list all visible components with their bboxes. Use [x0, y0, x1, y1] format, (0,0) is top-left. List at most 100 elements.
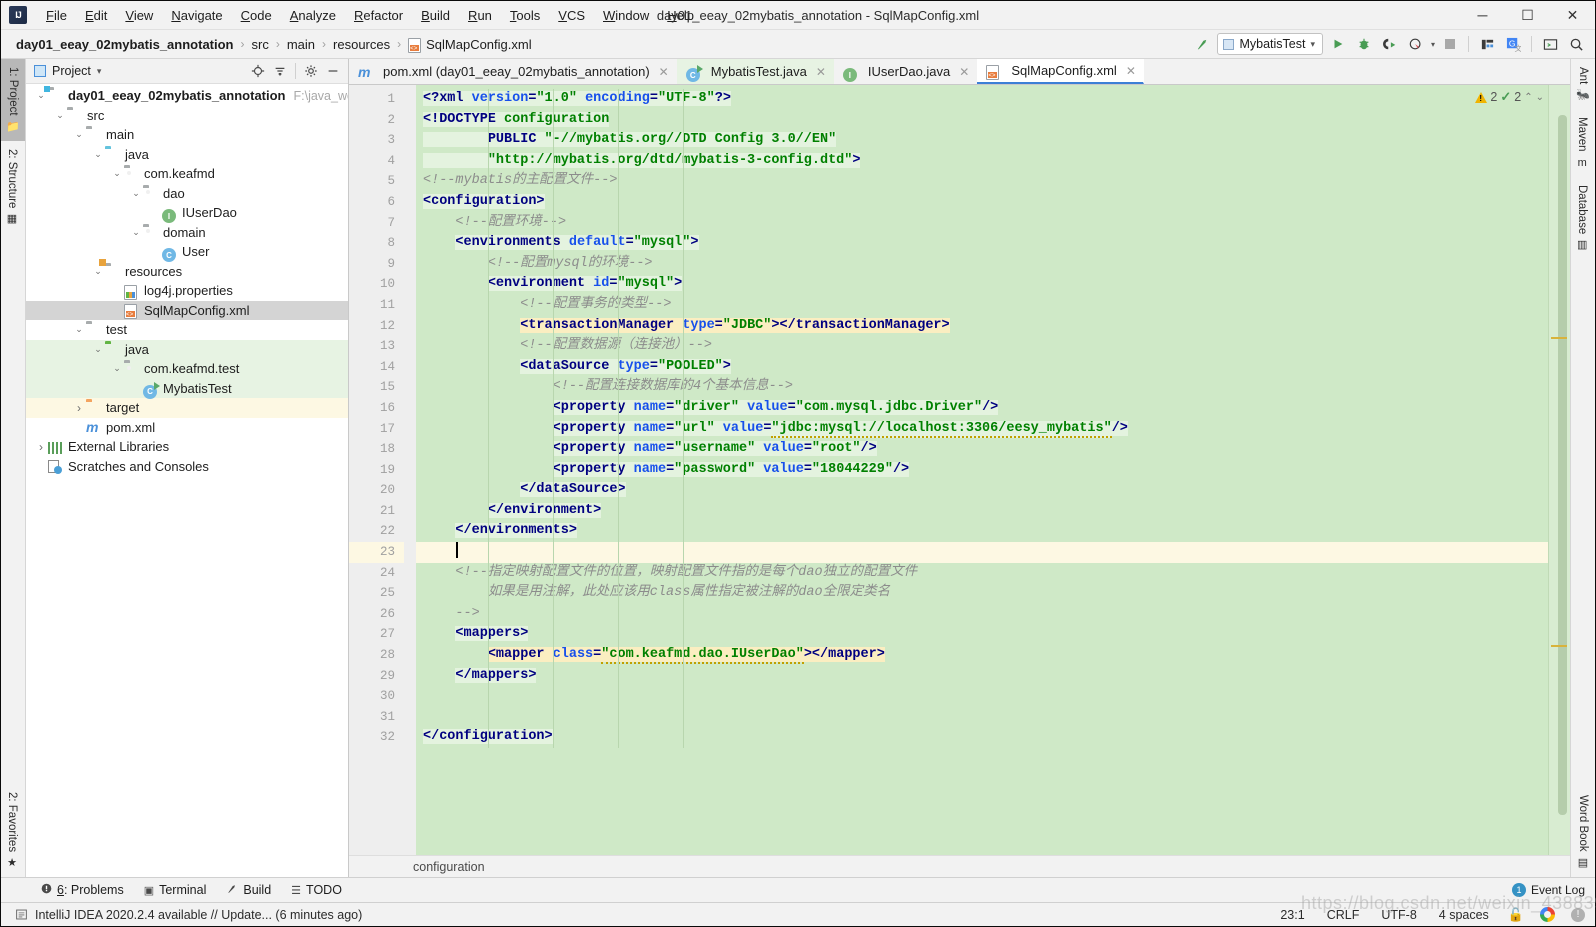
code-line[interactable]: PUBLIC "-//mybatis.org//DTD Config 3.0//…	[416, 130, 1548, 151]
close-icon[interactable]: ✕	[959, 65, 969, 79]
tree-node[interactable]: ⌄src	[26, 106, 348, 126]
tree-node[interactable]: ›target	[26, 398, 348, 418]
tree-node[interactable]: ⌄main	[26, 125, 348, 145]
code-line[interactable]: </environments>	[416, 521, 1548, 542]
profiler-dropdown-icon[interactable]: ▾	[1431, 40, 1435, 49]
line-number[interactable]: 18	[349, 439, 404, 460]
breadcrumb-item[interactable]: day01_eeay_02mybatis_annotation	[13, 35, 237, 54]
tool-window-tab-database[interactable]: Database▥	[1571, 177, 1593, 259]
code-line[interactable]: <!--配置数据源（连接池）-->	[416, 336, 1548, 357]
tool-window-tab-project[interactable]: 1: Project📁	[1, 59, 25, 141]
tree-node[interactable]: ⌄java	[26, 145, 348, 165]
line-number[interactable]: 32−	[349, 727, 404, 748]
code-line[interactable]: <property name="password" value="1804422…	[416, 460, 1548, 481]
hide-panel-icon[interactable]	[323, 61, 343, 81]
tree-node[interactable]: ⌄java	[26, 340, 348, 360]
chevron-down-icon[interactable]: ⌄	[1536, 92, 1544, 103]
menu-navigate[interactable]: Navigate	[162, 5, 231, 26]
menu-help[interactable]: Help	[658, 5, 703, 26]
editor-tab[interactable]: IIUserDao.java✕	[834, 59, 977, 84]
tree-node[interactable]: ⌄test	[26, 320, 348, 340]
bottom-tool-build[interactable]: Build	[216, 881, 281, 900]
code-line[interactable]: <!--配置环境-->	[416, 213, 1548, 234]
chevron-down-icon[interactable]: ⌄	[91, 345, 105, 354]
line-number[interactable]: 22−	[349, 521, 404, 542]
code-line[interactable]: -->	[416, 604, 1548, 625]
line-number[interactable]: 12	[349, 316, 404, 337]
line-number[interactable]: 11	[349, 295, 404, 316]
menu-file[interactable]: File	[37, 5, 76, 26]
status-message-area[interactable]: IntelliJ IDEA 2020.2.4 available // Upda…	[15, 908, 362, 922]
code-editor[interactable]: <?xml version="1.0" encoding="UTF-8"?><!…	[416, 85, 1548, 855]
menu-edit[interactable]: Edit	[76, 5, 116, 26]
line-number[interactable]: 31	[349, 707, 404, 728]
debug-icon[interactable]	[1353, 33, 1375, 55]
code-line[interactable]: "http://mybatis.org/dtd/mybatis-3-config…	[416, 151, 1548, 172]
chevron-down-icon[interactable]: ⌄	[53, 111, 67, 120]
tool-window-tab-maven[interactable]: Mavenm	[1571, 109, 1593, 177]
close-icon[interactable]: ✕	[816, 65, 826, 79]
code-line[interactable]: </mappers>	[416, 666, 1548, 687]
line-number[interactable]: 3	[349, 130, 404, 151]
run-icon[interactable]	[1327, 33, 1349, 55]
menu-code[interactable]: Code	[232, 5, 281, 26]
line-number[interactable]: 15	[349, 377, 404, 398]
run-configuration-selector[interactable]: MybatisTest ▾	[1217, 33, 1323, 55]
code-line[interactable]: <!--指定映射配置文件的位置，映射配置文件指的是每个dao独立的配置文件	[416, 563, 1548, 584]
tree-node[interactable]: ⌄com.keafmd	[26, 164, 348, 184]
line-number[interactable]: 13	[349, 336, 404, 357]
breadcrumb-item[interactable]: SqlMapConfig.xml	[405, 35, 535, 54]
project-panel-title[interactable]: Project ▾	[34, 64, 101, 78]
line-number[interactable]: 20−	[349, 480, 404, 501]
project-structure-icon[interactable]	[1476, 33, 1498, 55]
menu-analyze[interactable]: Analyze	[281, 5, 345, 26]
project-tree[interactable]: ⌄day01_eeay_02mybatis_annotationF:\java_…	[26, 84, 348, 877]
menu-window[interactable]: Window	[594, 5, 658, 26]
inspection-widget[interactable]: 2 ✓ 2 ⌃ ⌄	[1475, 89, 1544, 105]
line-number[interactable]: 19	[349, 460, 404, 481]
lock-icon[interactable]: 🔓	[1508, 907, 1524, 923]
tool-window-tab-word-book[interactable]: Word Book▤	[1572, 787, 1594, 877]
profiler-icon[interactable]	[1405, 33, 1427, 55]
editor-breadcrumb[interactable]: configuration	[349, 855, 1570, 877]
terminal-icon[interactable]	[1539, 33, 1561, 55]
code-line[interactable]: <mappers>	[416, 624, 1548, 645]
menu-run[interactable]: Run	[459, 5, 501, 26]
line-number[interactable]: 1	[349, 89, 404, 110]
editor-tab[interactable]: SqlMapConfig.xml✕	[977, 59, 1144, 84]
tree-node[interactable]: ·mpom.xml	[26, 418, 348, 438]
line-number[interactable]: 24−	[349, 563, 404, 584]
line-number[interactable]: 23	[349, 542, 404, 563]
tree-node[interactable]: ⌄domain	[26, 223, 348, 243]
chevron-right-icon[interactable]: ›	[34, 441, 48, 453]
tree-node[interactable]: ·Scratches and Consoles	[26, 457, 348, 477]
line-number[interactable]: 7	[349, 213, 404, 234]
build-icon[interactable]	[1191, 33, 1213, 55]
marker-warning[interactable]	[1551, 337, 1567, 339]
menu-view[interactable]: View	[116, 5, 162, 26]
chevron-down-icon[interactable]: ⌄	[91, 150, 105, 159]
menu-tools[interactable]: Tools	[501, 5, 549, 26]
settings-gear-icon[interactable]	[301, 61, 321, 81]
tree-node[interactable]: ·CMybatisTest	[26, 379, 348, 399]
close-button[interactable]: ✕	[1550, 1, 1595, 30]
tree-node[interactable]: ·log4j.properties	[26, 281, 348, 301]
tree-node[interactable]: ⌄resources	[26, 262, 348, 282]
bottom-tool-problems[interactable]: 6: Problems	[31, 881, 134, 899]
stop-icon[interactable]	[1439, 33, 1461, 55]
editor-tab[interactable]: mpom.xml (day01_eeay_02mybatis_annotatio…	[349, 59, 677, 84]
line-number[interactable]: 25	[349, 583, 404, 604]
code-line[interactable]: 如果是用注解，此处应该用class属性指定被注解的dao全限定类名	[416, 583, 1548, 604]
line-number[interactable]: 8−	[349, 233, 404, 254]
code-line[interactable]: <environment id="mysql">	[416, 274, 1548, 295]
code-line[interactable]: <mapper class="com.keafmd.dao.IUserDao">…	[416, 645, 1548, 666]
line-number[interactable]: 21−	[349, 501, 404, 522]
line-number[interactable]: 28	[349, 645, 404, 666]
code-line[interactable]: <!--配置连接数据库的4个基本信息-->	[416, 377, 1548, 398]
bottom-tool-todo[interactable]: ☰TODO	[281, 881, 352, 899]
breadcrumb-item[interactable]: src	[249, 35, 272, 54]
code-line[interactable]: <!DOCTYPE configuration	[416, 110, 1548, 131]
code-line[interactable]: <!--配置mysql的环境-->	[416, 254, 1548, 275]
line-number[interactable]: 6−	[349, 192, 404, 213]
code-line[interactable]: </configuration>	[416, 727, 1548, 748]
